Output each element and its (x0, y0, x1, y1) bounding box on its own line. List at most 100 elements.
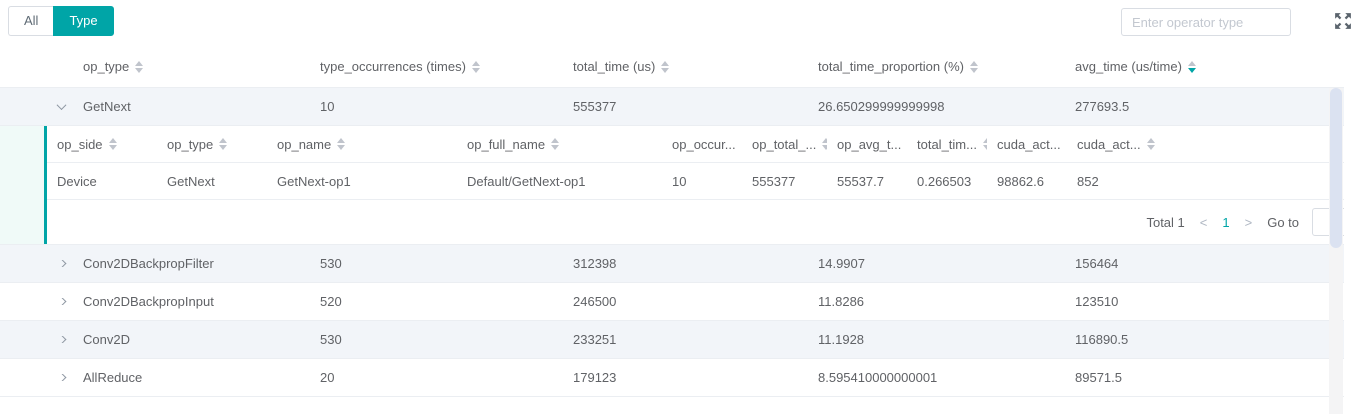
sort-carets-icon (337, 138, 345, 150)
cell-total-time-proportion: 0.266503 (907, 174, 987, 189)
cell-op-side: Device (47, 174, 157, 189)
scrollbar-thumb[interactable] (1330, 88, 1342, 248)
table-row: Conv2DBackpropFilter 530 312398 14.9907 … (0, 245, 1366, 283)
toolbar: All Type (0, 0, 1366, 46)
cell-type-occurrences: 10 (310, 99, 563, 114)
sort-carets-icon (1188, 61, 1196, 73)
fullscreen-icon[interactable] (1334, 12, 1352, 30)
sort-carets-icon (472, 61, 480, 73)
sort-carets-icon (551, 138, 559, 150)
col-header-label: op_type (167, 137, 213, 152)
chevron-right-icon[interactable] (57, 298, 67, 305)
cell-type-occurrences: 20 (310, 370, 563, 385)
cell-type-occurrences: 520 (310, 294, 563, 309)
cell-cuda-activity-1: 98862.6 (987, 174, 1067, 189)
cell-cuda-activity-2: 852 (1067, 174, 1366, 189)
sort-carets-icon (970, 61, 978, 73)
detail-accent-bar (44, 126, 47, 244)
col-header-op-full-name[interactable]: op_full_name (457, 137, 662, 152)
detail-row: Device GetNext GetNext-op1 Default/GetNe… (47, 163, 1366, 200)
cell-op-type: Conv2DBackpropFilter (73, 256, 310, 271)
col-header-label: total_time_proportion (%) (818, 59, 964, 74)
chevron-right-icon[interactable] (57, 374, 67, 381)
col-header-label: op_avg_t... (837, 137, 901, 152)
cell-total-time-proportion: 8.595410000000001 (808, 370, 1065, 385)
vertical-scrollbar[interactable] (1329, 88, 1343, 414)
cell-op-type: Conv2D (73, 332, 310, 347)
col-header-label: type_occurrences (times) (320, 59, 466, 74)
col-header-op-type[interactable]: op_type (157, 137, 267, 152)
chevron-right-icon[interactable] (57, 336, 67, 343)
cell-op-total-time: 555377 (742, 174, 827, 189)
expanded-detail-panel: op_side op_type op_name op_full_name (0, 126, 1366, 245)
current-page[interactable]: 1 (1222, 215, 1229, 230)
col-header-label: total_time (us) (573, 59, 655, 74)
col-header-label: op_side (57, 137, 103, 152)
col-header-op-side[interactable]: op_side (47, 137, 157, 152)
cell-total-time-proportion: 26.650299999999998 (808, 99, 1065, 114)
sort-carets-icon (661, 61, 669, 73)
table-right-gutter (1344, 46, 1366, 414)
col-header-total-time-proportion[interactable]: total_time_proportion (%) (808, 59, 1065, 74)
tab-type[interactable]: Type (53, 6, 113, 36)
col-header-op-avg-time[interactable]: op_avg_t... (827, 137, 907, 152)
pagination-total: Total 1 (1146, 215, 1184, 230)
cell-op-name: GetNext-op1 (267, 174, 457, 189)
col-header-cuda-activity-2[interactable]: cuda_act... (1067, 137, 1366, 152)
cell-avg-time: 156464 (1065, 256, 1366, 271)
cell-op-full-name: Default/GetNext-op1 (457, 174, 662, 189)
search-input[interactable] (1121, 8, 1291, 36)
table-row: Conv2D 530 233251 11.1928 116890.5 (0, 321, 1366, 359)
cell-op-type: GetNext (157, 174, 267, 189)
cell-total-time: 233251 (563, 332, 808, 347)
sort-carets-icon (219, 138, 227, 150)
col-header-label: op_type (83, 59, 129, 74)
cell-avg-time: 116890.5 (1065, 332, 1366, 347)
sort-carets-icon (135, 61, 143, 73)
cell-op-type: Conv2DBackpropInput (73, 294, 310, 309)
col-header-type-occurrences[interactable]: type_occurrences (times) (310, 59, 563, 74)
col-header-label: cuda_act... (1077, 137, 1141, 152)
tab-all[interactable]: All (8, 6, 53, 36)
col-header-total-time[interactable]: total_time (us) (563, 59, 808, 74)
sort-carets-icon (109, 138, 117, 150)
detail-pagination: Total 1 < 1 > Go to (47, 200, 1366, 244)
col-header-label: total_tim... (917, 137, 977, 152)
cell-total-time: 179123 (563, 370, 808, 385)
cell-op-type: GetNext (73, 99, 310, 114)
cell-total-time-proportion: 14.9907 (808, 256, 1065, 271)
col-header-label: cuda_act... (997, 137, 1061, 152)
col-header-label: avg_time (us/time) (1075, 59, 1182, 74)
cell-total-time: 246500 (563, 294, 808, 309)
col-header-op-total-time[interactable]: op_total_... (742, 137, 827, 152)
sort-carets-icon (1147, 138, 1155, 150)
chevron-right-icon[interactable] (57, 260, 67, 267)
table-row: AllReduce 20 179123 8.595410000000001 89… (0, 359, 1366, 397)
cell-avg-time: 89571.5 (1065, 370, 1366, 385)
next-page-icon[interactable]: > (1243, 215, 1255, 230)
cell-op-avg-time: 55537.7 (827, 174, 907, 189)
cell-avg-time: 123510 (1065, 294, 1366, 309)
col-header-label: op_full_name (467, 137, 545, 152)
col-header-op-type[interactable]: op_type (73, 59, 310, 74)
col-header-op-name[interactable]: op_name (267, 137, 457, 152)
col-header-op-occurrences[interactable]: op_occur... (662, 137, 742, 152)
table-header-row: op_type type_occurrences (times) total_t… (0, 46, 1366, 88)
view-tabs: All Type (8, 6, 114, 36)
col-header-avg-time[interactable]: avg_time (us/time) (1065, 59, 1366, 74)
cell-total-time: 555377 (563, 99, 808, 114)
col-header-label: op_total_... (752, 137, 816, 152)
detail-left-strip (0, 126, 44, 244)
cell-type-occurrences: 530 (310, 332, 563, 347)
operator-type-panel: All Type op_type type_occurrences (times… (0, 0, 1366, 414)
cell-total-time-proportion: 11.1928 (808, 332, 1065, 347)
cell-avg-time: 277693.5 (1065, 99, 1366, 114)
detail-header-row: op_side op_type op_name op_full_name (47, 126, 1366, 163)
goto-label: Go to (1267, 215, 1299, 230)
cell-op-occurrences: 10 (662, 174, 742, 189)
chevron-down-icon[interactable] (57, 103, 67, 110)
col-header-total-time-proportion[interactable]: total_tim... (907, 137, 987, 152)
prev-page-icon[interactable]: < (1198, 215, 1210, 230)
col-header-cuda-activity-1[interactable]: cuda_act... (987, 137, 1067, 152)
col-header-label: op_name (277, 137, 331, 152)
